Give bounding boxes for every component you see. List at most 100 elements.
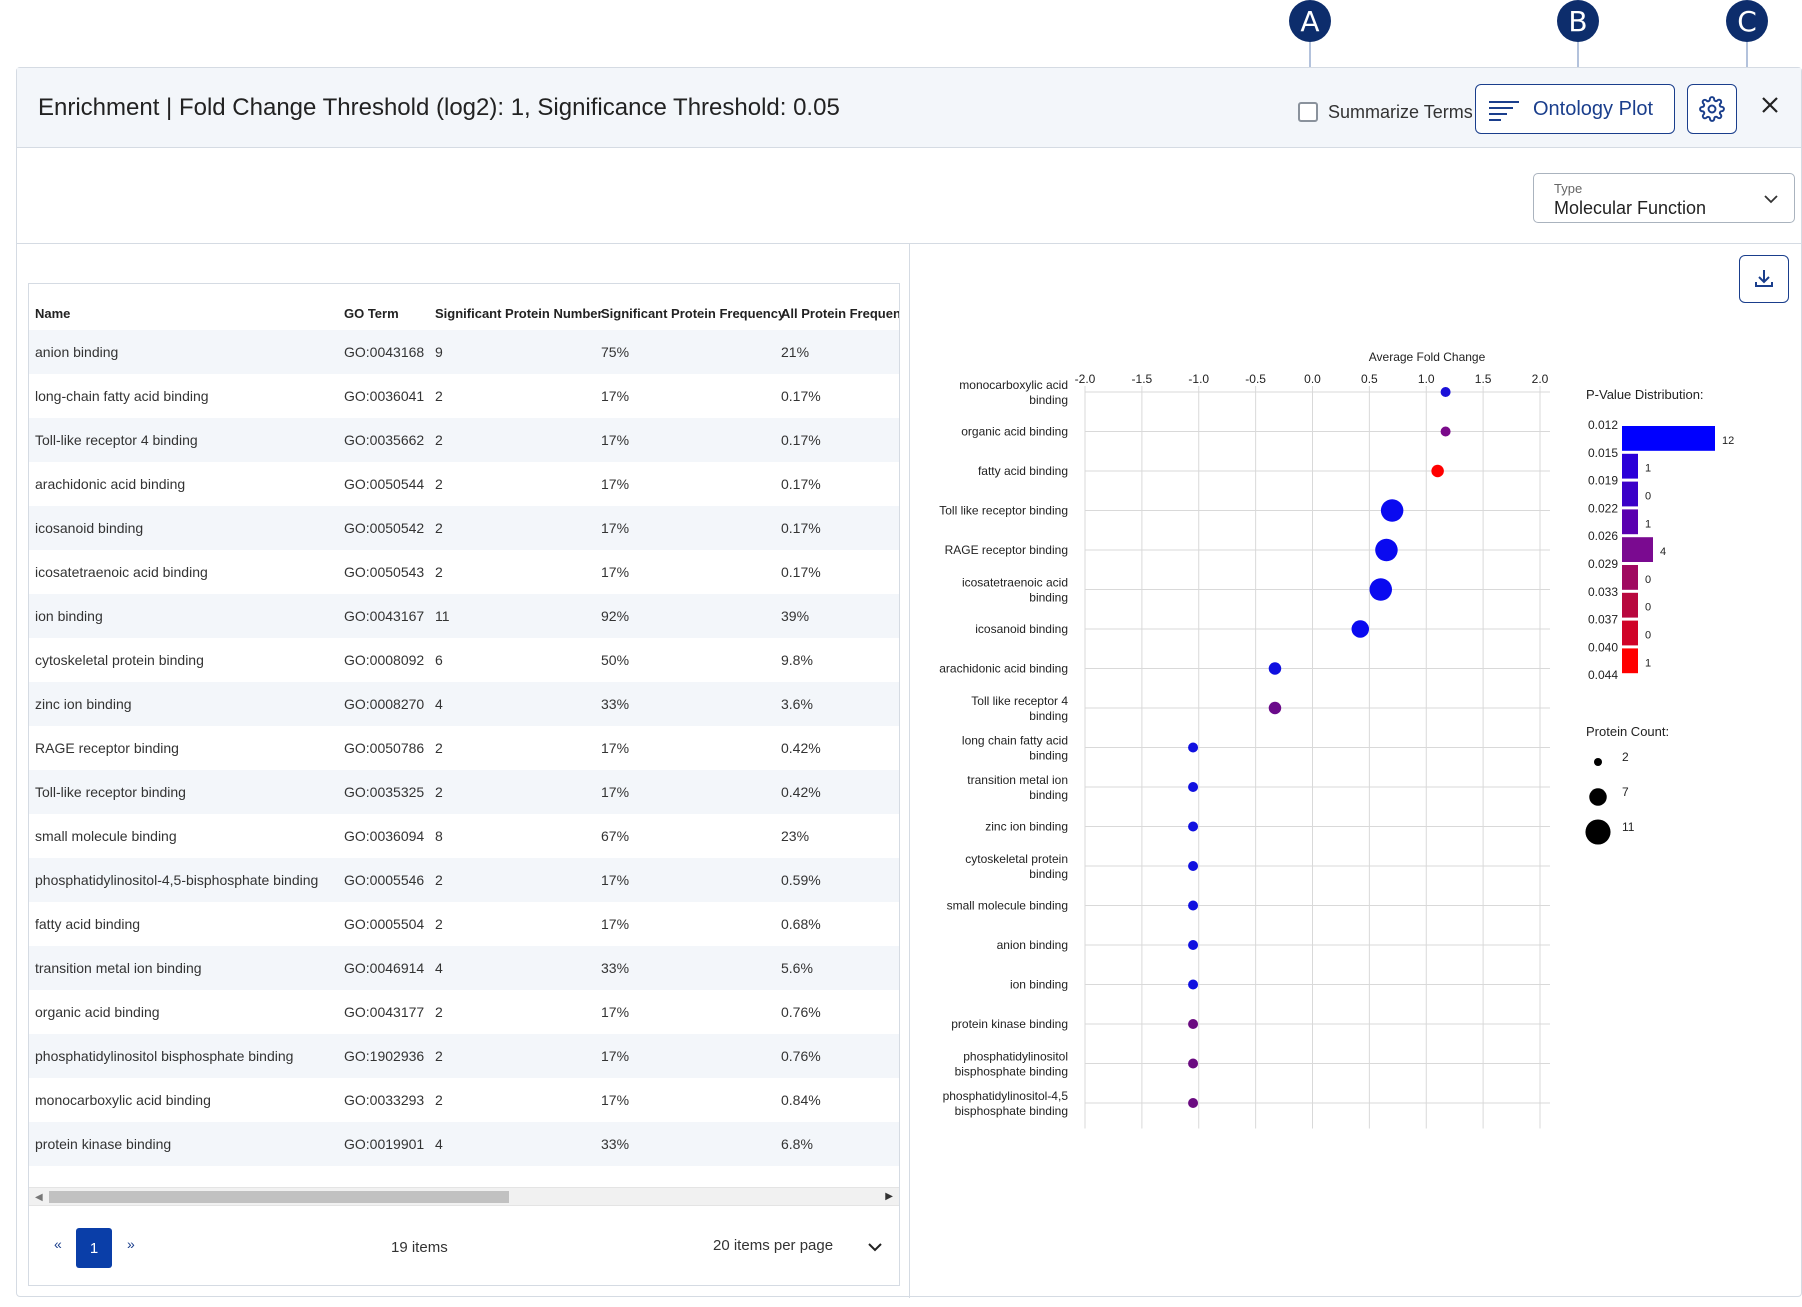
cell-go-term: GO:0035325 (344, 784, 425, 800)
y-category-label-line2: binding (1029, 591, 1068, 605)
table-row[interactable]: icosatetraenoic acid binding GO:0050543 2 1… (29, 550, 899, 594)
table-row[interactable]: zinc ion binding GO:0008270 4 33% 3.6% (29, 682, 899, 726)
column-header-go-term[interactable]: GO Term (344, 306, 399, 321)
cell-sig-frequency: 17% (601, 916, 630, 932)
cell-go-term: GO:0008270 (344, 696, 425, 712)
cell-all-frequency: 0.42% (781, 740, 821, 756)
cell-name: RAGE receptor binding (35, 740, 179, 756)
column-header-all-protein-frequency[interactable]: All Protein Frequenc (781, 306, 899, 321)
summarize-terms-checkbox[interactable] (1298, 102, 1318, 122)
page-title: Enrichment | Fold Change Threshold (log2… (38, 94, 840, 121)
cell-go-term: GO:0043168 (344, 344, 425, 360)
pvalue-edge-label: 0.040 (1588, 640, 1618, 654)
cell-sig-number: 11 (435, 608, 450, 624)
cell-go-term: GO:0050543 (344, 564, 425, 580)
cell-all-frequency: 6.8% (781, 1136, 813, 1152)
cell-sig-number: 2 (435, 1092, 443, 1108)
pvalue-bar (1622, 453, 1638, 479)
cell-name: icosanoid binding (35, 520, 144, 536)
table-row[interactable]: RAGE receptor binding GO:0050786 2 17% 0.42% (29, 726, 899, 770)
y-category-label: icosatetraenoic acid (962, 576, 1068, 590)
cell-sig-frequency: 17% (601, 564, 630, 580)
table-row[interactable]: cytoskeletal protein binding GO:0008092 6 5… (29, 638, 899, 682)
scroll-right-arrow-icon[interactable]: ▶ (885, 1191, 893, 1202)
cell-go-term: GO:0005546 (344, 872, 425, 888)
close-icon (1762, 97, 1778, 113)
ontology-plot-button[interactable]: Ontology Plot (1475, 84, 1675, 134)
column-header-sig-protein-frequency[interactable]: Significant Protein Frequency (601, 306, 785, 321)
table-row[interactable]: icosanoid binding GO:0050542 2 17% 0.17% (29, 506, 899, 550)
items-per-page-select[interactable]: 20 items per page (713, 1237, 833, 1254)
chevron-down-icon[interactable] (867, 1240, 883, 1254)
cell-sig-number: 2 (435, 564, 443, 580)
cell-sig-number: 2 (435, 520, 443, 536)
table-row[interactable]: organic acid binding GO:0043177 2 17% 0.76% (29, 990, 899, 1034)
cell-name: ion binding (35, 608, 103, 624)
cell-sig-number: 9 (435, 344, 443, 360)
table-row[interactable]: small molecule binding GO:0036094 8 67% 23% (29, 814, 899, 858)
cell-name: protein kinase binding (35, 1136, 172, 1152)
y-category-label-line2: binding (1029, 788, 1068, 802)
callout-c: C (1726, 0, 1768, 42)
y-category-label: fatty acid binding (978, 464, 1068, 478)
protein-count-legend-label: 7 (1622, 785, 1629, 799)
table-row[interactable]: phosphatidylinositol-4,5-bisphosphate bi… (29, 858, 899, 902)
x-axis-title: Average Fold Change (1369, 350, 1486, 364)
close-button[interactable] (1755, 90, 1785, 120)
cell-sig-frequency: 67% (601, 828, 630, 844)
cell-name: phosphatidylinositol-4,5-bisphosphate bi… (35, 872, 319, 888)
table-row[interactable]: arachidonic acid binding GO:0050544 2 17% 0.… (29, 462, 899, 506)
pvalue-bar-count: 0 (1645, 491, 1651, 503)
cell-name: Toll-like receptor binding (35, 784, 186, 800)
table-row[interactable]: phosphatidylinositol bisphosphate bindin… (29, 1034, 899, 1078)
pvalue-bar (1622, 592, 1638, 618)
scrollbar-thumb[interactable] (49, 1191, 509, 1203)
cell-name: long-chain fatty acid binding (35, 388, 209, 404)
table-row[interactable]: Toll-like receptor binding GO:0035325 2 17%… (29, 770, 899, 814)
cell-name: anion binding (35, 344, 119, 360)
table-row[interactable]: monocarboxylic acid binding GO:0033293 2 17… (29, 1078, 899, 1122)
data-point (1375, 538, 1398, 562)
column-header-name[interactable]: Name (35, 306, 70, 321)
cell-sig-number: 6 (435, 652, 443, 668)
table-row[interactable]: ion binding GO:0043167 11 92% 39% (29, 594, 899, 638)
callout-b: B (1557, 0, 1599, 42)
protein-count-legend-dot (1585, 819, 1611, 845)
scroll-left-arrow-icon[interactable]: ◀ (35, 1192, 43, 1203)
pvalue-bar (1622, 481, 1638, 507)
cell-go-term: GO:0050786 (344, 740, 425, 756)
cell-sig-number: 2 (435, 872, 443, 888)
pvalue-edge-label: 0.044 (1588, 668, 1618, 682)
cell-name: phosphatidylinositol bisphosphate bindin… (35, 1048, 294, 1064)
column-header-sig-protein-number[interactable]: Significant Protein Number (435, 306, 603, 321)
table-row[interactable]: anion binding GO:0043168 9 75% 21% (29, 330, 899, 374)
page-button-1[interactable]: 1 (76, 1228, 112, 1268)
table-row[interactable]: Toll-like receptor 4 binding GO:0035662 2 1… (29, 418, 899, 462)
cell-sig-frequency: 17% (601, 388, 630, 404)
summarize-terms-label[interactable]: Summarize Terms (1328, 102, 1473, 123)
ontology-plot-label: Ontology Plot (1533, 98, 1654, 120)
cell-all-frequency: 0.17% (781, 432, 821, 448)
table-row[interactable]: transition metal ion binding GO:0046914 4 3… (29, 946, 899, 990)
horizontal-scrollbar[interactable]: ◀ ▶ (29, 1187, 899, 1205)
pagination: « 1 » 19 items 20 items per page (29, 1205, 899, 1285)
cell-name: cytoskeletal protein binding (35, 652, 204, 668)
data-point (1188, 979, 1199, 990)
prev-page-button[interactable]: « (54, 1236, 62, 1252)
data-point (1188, 1019, 1199, 1029)
table-row[interactable]: long-chain fatty acid binding GO:0036041 2… (29, 374, 899, 418)
next-page-button[interactable]: » (127, 1236, 135, 1252)
y-category-label: transition metal ion (967, 773, 1068, 787)
type-select[interactable]: Type Molecular Function (1533, 173, 1795, 223)
table-row[interactable]: fatty acid binding GO:0005504 2 17% 0.68% (29, 902, 899, 946)
pvalue-bar (1622, 565, 1638, 590)
settings-button[interactable] (1687, 84, 1737, 134)
y-category-label-line2: bisphosphate binding (955, 1065, 1068, 1079)
x-tick-label: 1.0 (1418, 372, 1435, 386)
y-category-label: small molecule binding (947, 899, 1068, 913)
protein-count-legend-dot (1594, 758, 1602, 766)
gear-icon (1699, 96, 1725, 122)
table-row[interactable]: protein kinase binding GO:0019901 4 33% 6.8% (29, 1122, 899, 1166)
cell-all-frequency: 0.17% (781, 476, 821, 492)
cell-sig-number: 2 (435, 476, 443, 492)
